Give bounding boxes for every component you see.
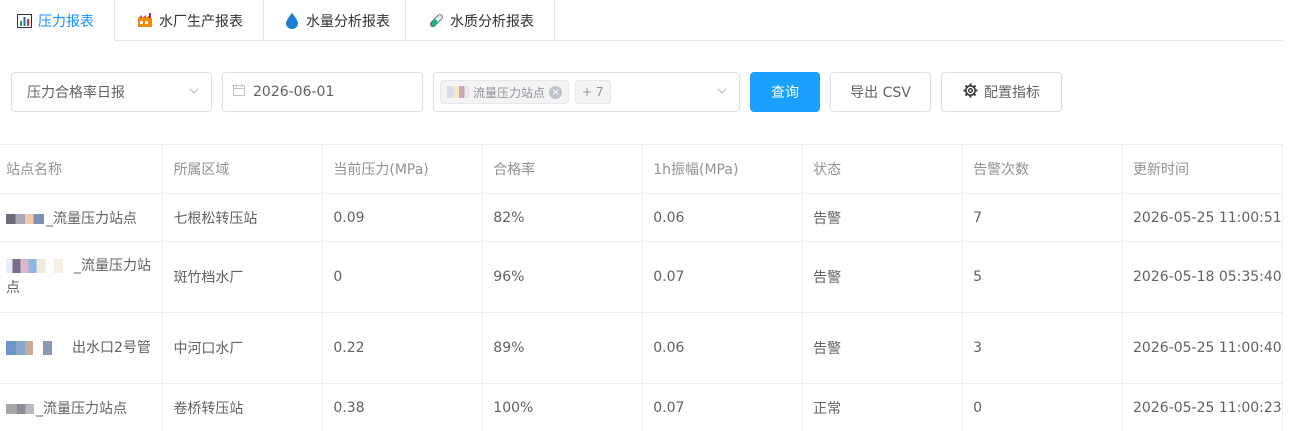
test-tube-icon [428,13,444,29]
column-header[interactable]: 1h振幅(MPa) [642,144,804,194]
redacted-name-mosaic [6,403,34,414]
tab-water-volume-report[interactable]: 水量分析报表 [264,0,406,41]
station-name: 出水口2号管 [72,340,151,356]
station-name-cell: _流量压力站点 [0,383,164,431]
updated-time-cell: 2026-05-25 11:00:23 [1122,383,1283,431]
pressure-cell: 0.22 [322,312,484,384]
updated-time-cell: 2026-05-25 11:00:51 [1122,193,1283,242]
table-row[interactable]: _流量压力站点 斑竹档水厂 0 96% 0.07 告警 5 2026-05-18… [0,241,1283,313]
report-tabs: 压力报表 水厂生产报表 水量分析报表 水质分析报表 [0,0,1283,42]
amplitude-cell: 0.06 [642,312,804,384]
config-metrics-button[interactable]: 配置指标 [941,72,1062,112]
station-name-cell: 出水口2号管 [0,312,164,384]
config-label: 配置指标 [984,85,1040,101]
pass-rate-cell: 100% [482,383,644,431]
status-badge: 告警 [802,312,964,384]
alarm-count-cell: 5 [962,241,1124,313]
region-cell: 卷桥转压站 [162,383,324,431]
column-header[interactable]: 合格率 [482,144,644,194]
column-header[interactable]: 告警次数 [962,144,1124,194]
redacted-name-mosaic [6,259,72,273]
region-cell: 七根松转压站 [162,193,324,242]
status-badge: 告警 [802,193,964,242]
bar-chart-icon [16,13,32,29]
alarm-count-cell: 0 [962,383,1124,431]
pressure-cell: 0.09 [322,193,484,242]
column-header[interactable]: 更新时间 [1122,144,1283,194]
station-name: _流量压力站点 [46,210,137,227]
alarm-count-cell: 3 [962,312,1124,384]
tab-label: 水厂生产报表 [159,13,243,30]
pressure-cell: 0 [322,241,484,313]
report-type-select[interactable]: 压力合格率日报 [11,72,212,112]
pressure-cell: 0.38 [322,383,484,431]
station-name: _流量压力站点 [36,400,127,417]
table-header-row: 站点名称 所属区域 当前压力(MPa) 合格率 1h振幅(MPa) 状态 告警次… [0,144,1283,194]
station-tag: 流量压力站点 × [440,80,570,104]
report-type-value: 压力合格率日报 [27,85,125,101]
station-name-cell: _流量压力站点 [0,193,164,242]
tab-pressure-report[interactable]: 压力报表 [0,0,115,42]
table-row[interactable]: 出水口2号管 中河口水厂 0.22 89% 0.06 告警 3 2026-05-… [0,312,1283,384]
column-header[interactable]: 当前压力(MPa) [322,144,484,194]
station-name-cell: _流量压力站点 [0,241,164,313]
tab-plant-production-report[interactable]: 水厂生产报表 [115,0,264,41]
factory-icon [137,13,153,29]
more-count-tag: + 7 [575,80,611,104]
column-header[interactable]: 所属区域 [162,144,324,194]
amplitude-cell: 0.07 [642,383,804,431]
station-multi-select[interactable]: 流量压力站点 × + 7 [433,72,740,112]
tab-label: 水质分析报表 [450,13,534,30]
gear-icon [963,82,978,102]
region-cell: 中河口水厂 [162,312,324,384]
pass-rate-cell: 96% [482,241,644,313]
tab-water-quality-report[interactable]: 水质分析报表 [406,0,555,41]
table-row[interactable]: _流量压力站点 卷桥转压站 0.38 100% 0.07 正常 0 2026-0… [0,383,1283,431]
updated-time-cell: 2026-05-18 05:35:40 [1122,241,1283,313]
pass-rate-cell: 82% [482,193,644,242]
table-row[interactable]: _流量压力站点 七根松转压站 0.09 82% 0.06 告警 7 2026-0… [0,193,1283,242]
tag-close-icon[interactable]: × [549,85,563,99]
redacted-name-mosaic [6,341,70,355]
pass-rate-cell: 89% [482,312,644,384]
more-count-label: + 7 [582,85,604,99]
date-value: 2026-06-01 [253,84,335,100]
amplitude-cell: 0.06 [642,193,804,242]
redacted-name-mosaic [6,213,44,224]
status-badge: 正常 [802,383,964,431]
date-picker[interactable]: 2026-06-01 [222,72,423,112]
export-csv-button[interactable]: 导出 CSV [830,72,931,112]
calendar-icon [233,84,245,100]
region-cell: 斑竹档水厂 [162,241,324,313]
redacted-name-mosaic [447,86,469,98]
tab-label: 水量分析报表 [306,13,390,30]
chevron-down-icon [717,88,727,94]
alarm-count-cell: 7 [962,193,1124,242]
amplitude-cell: 0.07 [642,241,804,313]
query-button[interactable]: 查询 [750,72,820,112]
pressure-report-table: 站点名称 所属区域 当前压力(MPa) 合格率 1h振幅(MPa) 状态 告警次… [0,144,1283,431]
updated-time-cell: 2026-05-25 11:00:40 [1122,312,1283,384]
tab-label: 压力报表 [38,14,94,30]
chevron-down-icon [189,88,199,94]
column-header[interactable]: 状态 [802,144,964,194]
column-header[interactable]: 站点名称 [0,144,164,194]
status-badge: 告警 [802,241,964,313]
water-drop-icon [284,12,300,29]
station-tag-label: 流量压力站点 [473,85,546,100]
